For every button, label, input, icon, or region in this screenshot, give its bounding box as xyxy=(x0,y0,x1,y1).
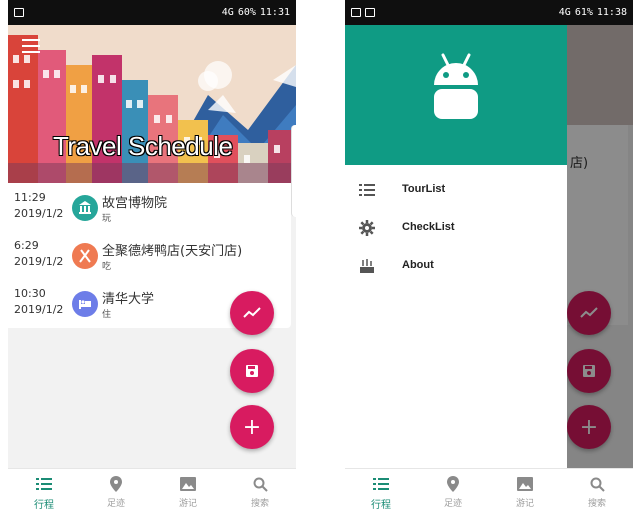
drawer-item-checklist[interactable]: CheckList xyxy=(345,209,567,247)
list-item[interactable]: 11:29 2019/1/2 故宫博物院 玩 xyxy=(8,183,291,231)
scroll-edge xyxy=(291,125,296,217)
drawer-item-label: About xyxy=(402,259,434,271)
chart-fab-button[interactable] xyxy=(230,291,274,335)
nav-item-schedule[interactable]: 行程 xyxy=(8,469,80,515)
save-fab-button[interactable] xyxy=(230,349,274,393)
item-name: 全聚德烤鸭店(天安门店) xyxy=(102,244,243,259)
page-title: Travel Schedule xyxy=(53,131,233,161)
clock: 11:31 xyxy=(259,7,290,18)
nav-label: 足迹 xyxy=(106,499,125,509)
photo-icon xyxy=(179,475,197,493)
search-icon xyxy=(588,475,606,493)
item-time: 10:30 xyxy=(14,287,46,300)
about-icon xyxy=(359,258,375,274)
status-bar: 4G 61% 11:38 xyxy=(345,0,633,25)
pin-icon xyxy=(107,475,125,493)
nav-label: 搜索 xyxy=(250,499,269,509)
item-date: 2019/1/2 xyxy=(14,303,64,316)
nav-label: 行程 xyxy=(371,500,391,511)
item-date: 2019/1/2 xyxy=(14,207,64,220)
nav-item-search[interactable]: 搜索 xyxy=(224,469,296,515)
gear-icon xyxy=(359,220,375,236)
phone-screen-drawer: 4G 61% 11:38 店) + TourList CheckList Abo… xyxy=(345,0,633,515)
list-item[interactable]: 6:29 2019/1/2 全聚德烤鸭店(天安门店) 吃 xyxy=(8,231,291,279)
nav-item-footprint[interactable]: 足迹 xyxy=(417,469,489,515)
navigation-drawer: TourList CheckList About xyxy=(345,25,567,468)
android-icon xyxy=(434,53,478,119)
item-category: 玩 xyxy=(102,214,112,224)
nav-label: 游记 xyxy=(178,499,197,509)
list-icon xyxy=(359,182,375,198)
item-category: 吃 xyxy=(102,262,112,272)
nav-item-search[interactable]: 搜索 xyxy=(561,469,633,515)
nav-label: 搜索 xyxy=(587,499,606,509)
notification-icon xyxy=(365,8,375,17)
add-fab-button[interactable]: + xyxy=(230,405,274,449)
drawer-item-tourlist[interactable]: TourList xyxy=(345,171,567,209)
item-time: 6:29 xyxy=(14,239,39,252)
item-time: 11:29 xyxy=(14,191,46,204)
item-date: 2019/1/2 xyxy=(14,255,64,268)
clock: 11:38 xyxy=(596,7,627,18)
menu-button[interactable] xyxy=(22,39,40,53)
battery-label: 61% xyxy=(574,7,593,18)
nav-item-travelogue[interactable]: 游记 xyxy=(152,469,224,515)
museum-icon xyxy=(72,195,98,221)
trending-icon xyxy=(243,307,261,318)
status-bar: 4G 60% 11:31 xyxy=(8,0,296,25)
pin-icon xyxy=(444,475,462,493)
save-icon xyxy=(246,365,258,377)
notification-icon xyxy=(14,8,24,17)
bottom-navigation: 行程 足迹 游记 搜索 xyxy=(345,468,633,515)
network-label: 4G xyxy=(558,7,571,18)
item-name: 清华大学 xyxy=(102,292,155,307)
item-name: 故宫博物院 xyxy=(102,196,168,211)
nav-item-schedule[interactable]: 行程 xyxy=(345,469,417,515)
drawer-item-label: TourList xyxy=(402,183,446,195)
notification-icon xyxy=(351,8,361,17)
nav-label: 足迹 xyxy=(443,499,462,509)
drawer-item-about[interactable]: About xyxy=(345,247,567,285)
nav-item-travelogue[interactable]: 游记 xyxy=(489,469,561,515)
item-category: 住 xyxy=(102,310,112,320)
list-icon xyxy=(35,475,53,493)
bottom-navigation: 行程 足迹 游记 搜索 xyxy=(8,468,296,515)
header-banner: Travel Schedule xyxy=(8,25,296,183)
battery-label: 60% xyxy=(237,7,256,18)
network-label: 4G xyxy=(221,7,234,18)
phone-screen-schedule: 4G 60% 11:31 Travel Schedule 11:29 2019/… xyxy=(8,0,296,515)
drawer-item-label: CheckList xyxy=(402,221,455,233)
restaurant-icon xyxy=(72,243,98,269)
list-icon xyxy=(372,475,390,493)
nav-item-footprint[interactable]: 足迹 xyxy=(80,469,152,515)
drawer-header xyxy=(345,25,567,165)
photo-icon xyxy=(516,475,534,493)
hotel-icon xyxy=(72,291,98,317)
nav-label: 行程 xyxy=(34,500,54,511)
nav-label: 游记 xyxy=(515,499,534,509)
plus-icon: + xyxy=(242,414,262,440)
search-icon xyxy=(251,475,269,493)
